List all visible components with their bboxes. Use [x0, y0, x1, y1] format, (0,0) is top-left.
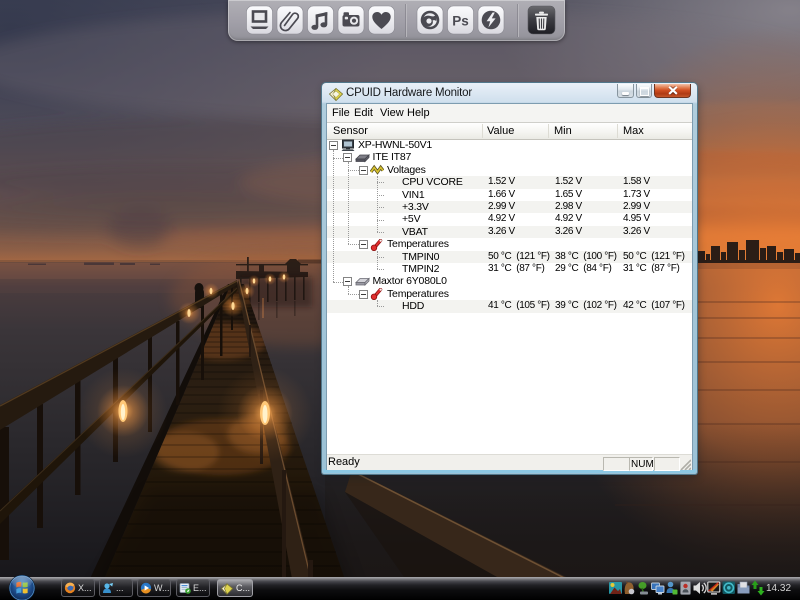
svg-text:Ps: Ps — [452, 14, 469, 29]
